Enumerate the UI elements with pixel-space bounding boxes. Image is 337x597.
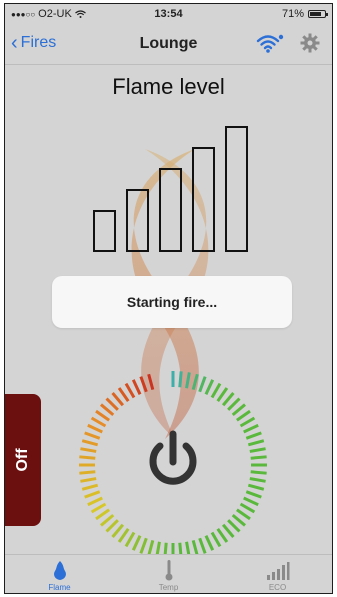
dial-tick [84, 431, 101, 440]
power-dial[interactable] [78, 370, 268, 560]
dial-tick [87, 423, 103, 434]
dial-tick [227, 397, 241, 411]
off-label: Off [14, 448, 31, 472]
app-screen: ●●●○○ O2-UK 13:54 71% ‹ Fires Lounge Fla… [4, 3, 333, 594]
tab-flame[interactable]: Flame [5, 555, 114, 593]
dial-tick [204, 379, 215, 395]
dial-tick [111, 523, 125, 538]
dial-tick [139, 376, 148, 393]
dial-tick [216, 528, 229, 543]
dial-tick [117, 387, 130, 402]
dial-tick [124, 531, 136, 548]
dial-tick [139, 537, 148, 554]
dial-tick [250, 455, 267, 460]
dial-tick [90, 416, 107, 428]
dial-tick [245, 490, 262, 499]
dial-tick [210, 531, 222, 548]
dial-tick [227, 519, 241, 533]
dial-tick [231, 403, 246, 417]
dial-tick [221, 523, 235, 538]
tab-eco-label: ECO [268, 583, 287, 592]
dial-tick [95, 409, 110, 422]
dial-tick [221, 392, 235, 407]
status-toast: Starting fire... [52, 276, 292, 328]
tab-bar: Flame Temp ECO [5, 554, 332, 593]
dial-tick [100, 403, 115, 417]
dial-tick [198, 537, 207, 554]
dial-tick [117, 528, 130, 543]
dial-tick [249, 447, 266, 453]
status-message: Starting fire... [126, 294, 218, 310]
dial-tick [100, 513, 115, 527]
dial-tick [239, 502, 256, 514]
dial-tick [105, 519, 119, 533]
dial-tick [79, 470, 96, 475]
rabbit-icon [53, 561, 66, 580]
dial-tick [247, 439, 265, 447]
tab-temp[interactable]: Temp [114, 555, 223, 593]
dial-tick [250, 470, 267, 475]
dial-tick [105, 397, 119, 411]
dial-tick [247, 483, 265, 491]
dial-tick [124, 382, 136, 399]
dial-tick [80, 447, 97, 453]
dial-tick [204, 535, 215, 551]
flame-level-bar[interactable] [93, 210, 116, 252]
dial-tick [198, 376, 207, 393]
dial-tick [90, 502, 107, 514]
dial-tick [79, 455, 96, 460]
tab-eco[interactable]: ECO [223, 555, 332, 593]
dial-tick [236, 508, 251, 521]
dial-tick [243, 423, 259, 434]
dial-tick [131, 535, 142, 551]
dial-tick [80, 477, 97, 483]
dial-tick [249, 477, 266, 483]
signal-bars-icon [266, 562, 289, 580]
flame-level-bar[interactable] [159, 168, 182, 252]
dial-tick [147, 373, 155, 391]
dial-tick [81, 439, 99, 447]
dial-tick [191, 373, 199, 391]
dial-tick [178, 371, 183, 388]
dial-tick [231, 513, 246, 527]
flame-level-bar[interactable] [225, 126, 248, 252]
dial-tick [84, 490, 101, 499]
flame-level-bar[interactable] [126, 189, 149, 252]
dial-tick [111, 392, 125, 407]
tab-flame-label: Flame [48, 583, 71, 592]
flame-level-bar[interactable] [192, 147, 215, 252]
dial-tick [131, 379, 142, 395]
thermometer-icon [165, 560, 172, 581]
flame-level-bars[interactable] [5, 4, 332, 264]
dial-tick [81, 483, 99, 491]
dial-tick [87, 496, 103, 507]
dial-tick [245, 431, 262, 440]
dial-tick [243, 496, 259, 507]
dial-tick [185, 372, 191, 389]
power-icon [149, 430, 197, 485]
dial-tick [239, 416, 256, 428]
dial-tick [95, 508, 110, 521]
dial-tick [216, 387, 229, 402]
dial-tick [236, 409, 251, 422]
off-button[interactable]: Off [5, 394, 41, 526]
dial-tick [210, 382, 222, 399]
tab-temp-label: Temp [158, 583, 179, 592]
